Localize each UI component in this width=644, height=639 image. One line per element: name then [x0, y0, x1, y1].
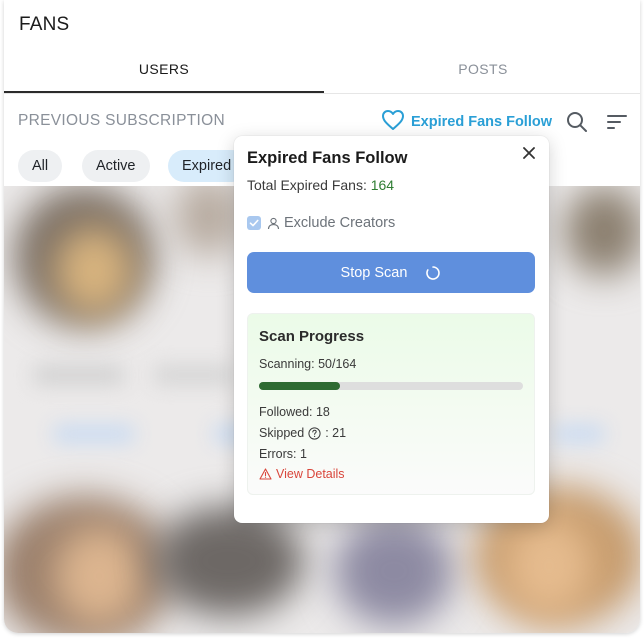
app-title: FANS [19, 14, 70, 35]
errors-count: Errors: 1 [259, 447, 307, 461]
spinner-icon [425, 265, 441, 281]
followed-count: Followed: 18 [259, 405, 330, 419]
filter-icon[interactable] [604, 110, 630, 134]
help-icon[interactable] [308, 426, 321, 440]
total-expired-fans: Total Expired Fans: 164 [247, 177, 394, 193]
skipped-row: Skipped : 21 [259, 426, 346, 440]
user-icon [267, 217, 280, 230]
expired-fans-follow-button[interactable]: Expired Fans Follow [381, 108, 552, 136]
scan-progress-fill [259, 382, 340, 390]
close-icon[interactable] [518, 142, 540, 164]
scan-progress-bar [259, 382, 523, 390]
warning-icon [259, 468, 272, 480]
section-title: PREVIOUS SUBSCRIPTION [18, 112, 225, 129]
heart-icon [381, 109, 405, 135]
skipped-count: : 21 [325, 426, 347, 440]
expired-fans-follow-popup: Expired Fans Follow Total Expired Fans: … [234, 136, 549, 523]
exclude-creators-checkbox[interactable] [247, 216, 261, 230]
tab-posts[interactable]: POSTS [326, 50, 640, 93]
skipped-label: Skipped [259, 426, 305, 440]
popup-title: Expired Fans Follow [247, 149, 408, 167]
tab-bar: USERS POSTS [4, 50, 640, 94]
view-details-label: View Details [276, 467, 345, 481]
tab-users[interactable]: USERS [4, 50, 324, 93]
chip-all[interactable]: All [18, 150, 63, 182]
total-expired-label: Total Expired Fans: [247, 177, 367, 193]
total-expired-count: 164 [370, 177, 395, 193]
stop-scan-label: Stop Scan [340, 264, 408, 281]
scan-progress-card: Scan Progress Scanning: 50/164 Followed:… [247, 313, 535, 495]
scan-progress-title: Scan Progress [259, 328, 365, 345]
app-window: FANS USERS POSTS PREVIOUS SUBSCRIPTION E… [4, 0, 640, 633]
scanning-status: Scanning: 50/164 [259, 357, 357, 371]
stop-scan-button[interactable]: Stop Scan [247, 252, 535, 293]
view-details-link[interactable]: View Details [259, 467, 345, 481]
search-icon[interactable] [564, 110, 590, 134]
expired-fans-follow-label: Expired Fans Follow [411, 114, 552, 130]
exclude-creators-row[interactable]: Exclude Creators [247, 214, 395, 232]
chip-active[interactable]: Active [82, 150, 150, 182]
exclude-creators-label: Exclude Creators [284, 215, 396, 231]
